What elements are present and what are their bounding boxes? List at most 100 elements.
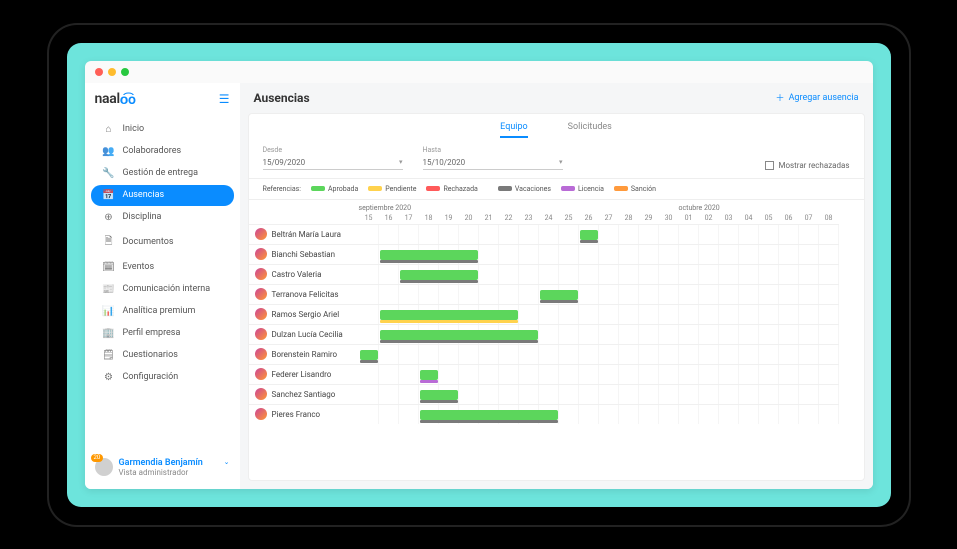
day-cell: 08 — [819, 212, 839, 224]
sidebar-item-perfil-empresa[interactable]: 🏢 Perfil empresa — [91, 323, 234, 344]
day-cell: 03 — [719, 212, 739, 224]
sidebar-item-comunicación-interna[interactable]: 📰Comunicación interna — [91, 279, 234, 300]
day-cell: 20 — [459, 212, 479, 224]
chevron-down-icon[interactable]: ⌄ — [224, 458, 230, 466]
sidebar-item-configuración[interactable]: ⚙ Configuración — [91, 367, 234, 388]
absence-bar[interactable] — [420, 410, 558, 420]
content-card: Equipo Solicitudes Desde 15/09/2020 ▾ Has… — [248, 113, 865, 481]
sidebar-item-cuestionarios[interactable]: 🗒Cuestionarios — [91, 345, 234, 366]
row-track — [359, 244, 839, 264]
person-name: Ramos Sergio Ariel — [272, 310, 340, 319]
to-field[interactable]: Hasta 15/10/2020▾ — [423, 146, 563, 170]
day-cell: 17 — [399, 212, 419, 224]
avatar — [255, 368, 267, 380]
absence-bar[interactable] — [360, 350, 378, 360]
chevron-down-icon: ▾ — [399, 158, 403, 166]
absence-bar[interactable] — [580, 230, 598, 240]
close-dot[interactable] — [95, 68, 103, 76]
avatar — [255, 268, 267, 280]
legend-sanction: Sanción — [631, 185, 656, 193]
main: Ausencias ＋ Agregar ausencia Equipo Soli… — [240, 83, 873, 489]
sidebar-item-documentos[interactable]: 🗎Documentos — [91, 229, 234, 256]
month-label: septiembre 2020 — [359, 204, 679, 212]
sidebar: naalo͡o ☰ ⌂Inicio👥Colaboradores🔧Gestión … — [85, 83, 240, 489]
gantt-scroll[interactable]: septiembre 2020octubre 20201516171819202… — [249, 200, 864, 480]
day-cell: 05 — [759, 212, 779, 224]
legend-pending: Pendiente — [385, 185, 416, 193]
row-label: Beltrán María Laura — [249, 224, 359, 244]
person-name: Dulzan Lucía Cecilia — [272, 330, 343, 339]
tablet-frame: naalo͡o ☰ ⌂Inicio👥Colaboradores🔧Gestión … — [49, 25, 909, 525]
sidebar-item-inicio[interactable]: ⌂Inicio — [91, 119, 234, 140]
absence-bar[interactable] — [420, 390, 458, 400]
absence-bar[interactable] — [380, 250, 478, 260]
day-cell: 04 — [739, 212, 759, 224]
menu-toggle-icon[interactable]: ☰ — [219, 92, 230, 106]
row-track — [359, 384, 839, 404]
sidebar-item-label: Gestión de entrega — [123, 168, 198, 178]
absence-bar[interactable] — [420, 370, 438, 380]
notif-badge: 20 — [91, 454, 104, 462]
legend-rejected: Rechazada — [443, 185, 477, 193]
person-name: Terranova Felicitas — [272, 290, 339, 299]
from-value: 15/09/2020 — [263, 158, 306, 167]
day-cell: 22 — [499, 212, 519, 224]
legend-vacations: Vacaciones — [515, 185, 551, 193]
user-card[interactable]: 20 Garmendia Benjamín Vista administrado… — [85, 450, 240, 485]
brand-logo[interactable]: naalo͡o — [95, 91, 136, 108]
tab-team[interactable]: Equipo — [500, 122, 527, 138]
person-name: Castro Valeria — [272, 270, 322, 279]
row-label: Federer Lisandro — [249, 364, 359, 384]
page-title: Ausencias — [254, 91, 310, 105]
add-absence-button[interactable]: ＋ Agregar ausencia — [776, 91, 859, 104]
day-cell: 01 — [679, 212, 699, 224]
day-cell: 27 — [599, 212, 619, 224]
absence-bar[interactable] — [380, 330, 538, 340]
nav-icon: 🗎 — [103, 234, 115, 251]
legend-license: Licencia — [578, 185, 604, 193]
day-cell: 23 — [519, 212, 539, 224]
sidebar-item-ausencias[interactable]: 📅Ausencias — [91, 185, 234, 206]
avatar — [255, 248, 267, 260]
sidebar-item-label: Configuración — [123, 372, 179, 382]
sidebar-item-label: Perfil empresa — [123, 328, 181, 338]
row-track — [359, 264, 839, 284]
nav-icon: ⚙ — [103, 372, 115, 383]
max-dot[interactable] — [121, 68, 129, 76]
window-titlebar — [85, 61, 873, 83]
tab-requests[interactable]: Solicitudes — [568, 122, 612, 138]
person-name: Sanchez Santiago — [272, 390, 336, 399]
gantt-chart: septiembre 2020octubre 20201516171819202… — [249, 200, 864, 424]
day-cell: 29 — [639, 212, 659, 224]
from-field[interactable]: Desde 15/09/2020 ▾ — [263, 146, 403, 170]
nav-icon: 🏢 — [103, 328, 115, 339]
person-name: Borenstein Ramiro — [272, 350, 338, 359]
row-label: Pieres Franco — [249, 404, 359, 424]
absence-bar[interactable] — [380, 310, 518, 320]
day-cell: 15 — [359, 212, 379, 224]
row-track — [359, 324, 839, 344]
tabs: Equipo Solicitudes — [249, 114, 864, 138]
sidebar-item-eventos[interactable]: 🗓Eventos — [91, 257, 234, 278]
sidebar-item-analítica-premium[interactable]: 📊Analítica premium — [91, 301, 234, 322]
sidebar-item-colaboradores[interactable]: 👥Colaboradores — [91, 141, 234, 162]
absence-bar[interactable] — [400, 270, 478, 280]
day-cell: 06 — [779, 212, 799, 224]
nav: ⌂Inicio👥Colaboradores🔧Gestión de entrega… — [85, 118, 240, 450]
sidebar-item-gestión-de-entrega[interactable]: 🔧Gestión de entrega — [91, 163, 234, 184]
show-rejected-label: Mostrar rechazadas — [778, 161, 849, 170]
absence-bar[interactable] — [540, 290, 578, 300]
avatar — [255, 328, 267, 340]
min-dot[interactable] — [108, 68, 116, 76]
row-track — [359, 364, 839, 384]
nav-icon: 🗓 — [103, 262, 115, 273]
avatar: 20 — [95, 458, 113, 476]
day-cell: 18 — [419, 212, 439, 224]
day-cell: 24 — [539, 212, 559, 224]
from-label: Desde — [263, 146, 403, 154]
person-name: Federer Lisandro — [272, 370, 332, 379]
avatar — [255, 288, 267, 300]
sidebar-item-disciplina[interactable]: ⊕Disciplina — [91, 207, 234, 228]
show-rejected-checkbox[interactable]: Mostrar rechazadas — [765, 161, 849, 170]
sidebar-item-label: Comunicación interna — [123, 284, 211, 294]
